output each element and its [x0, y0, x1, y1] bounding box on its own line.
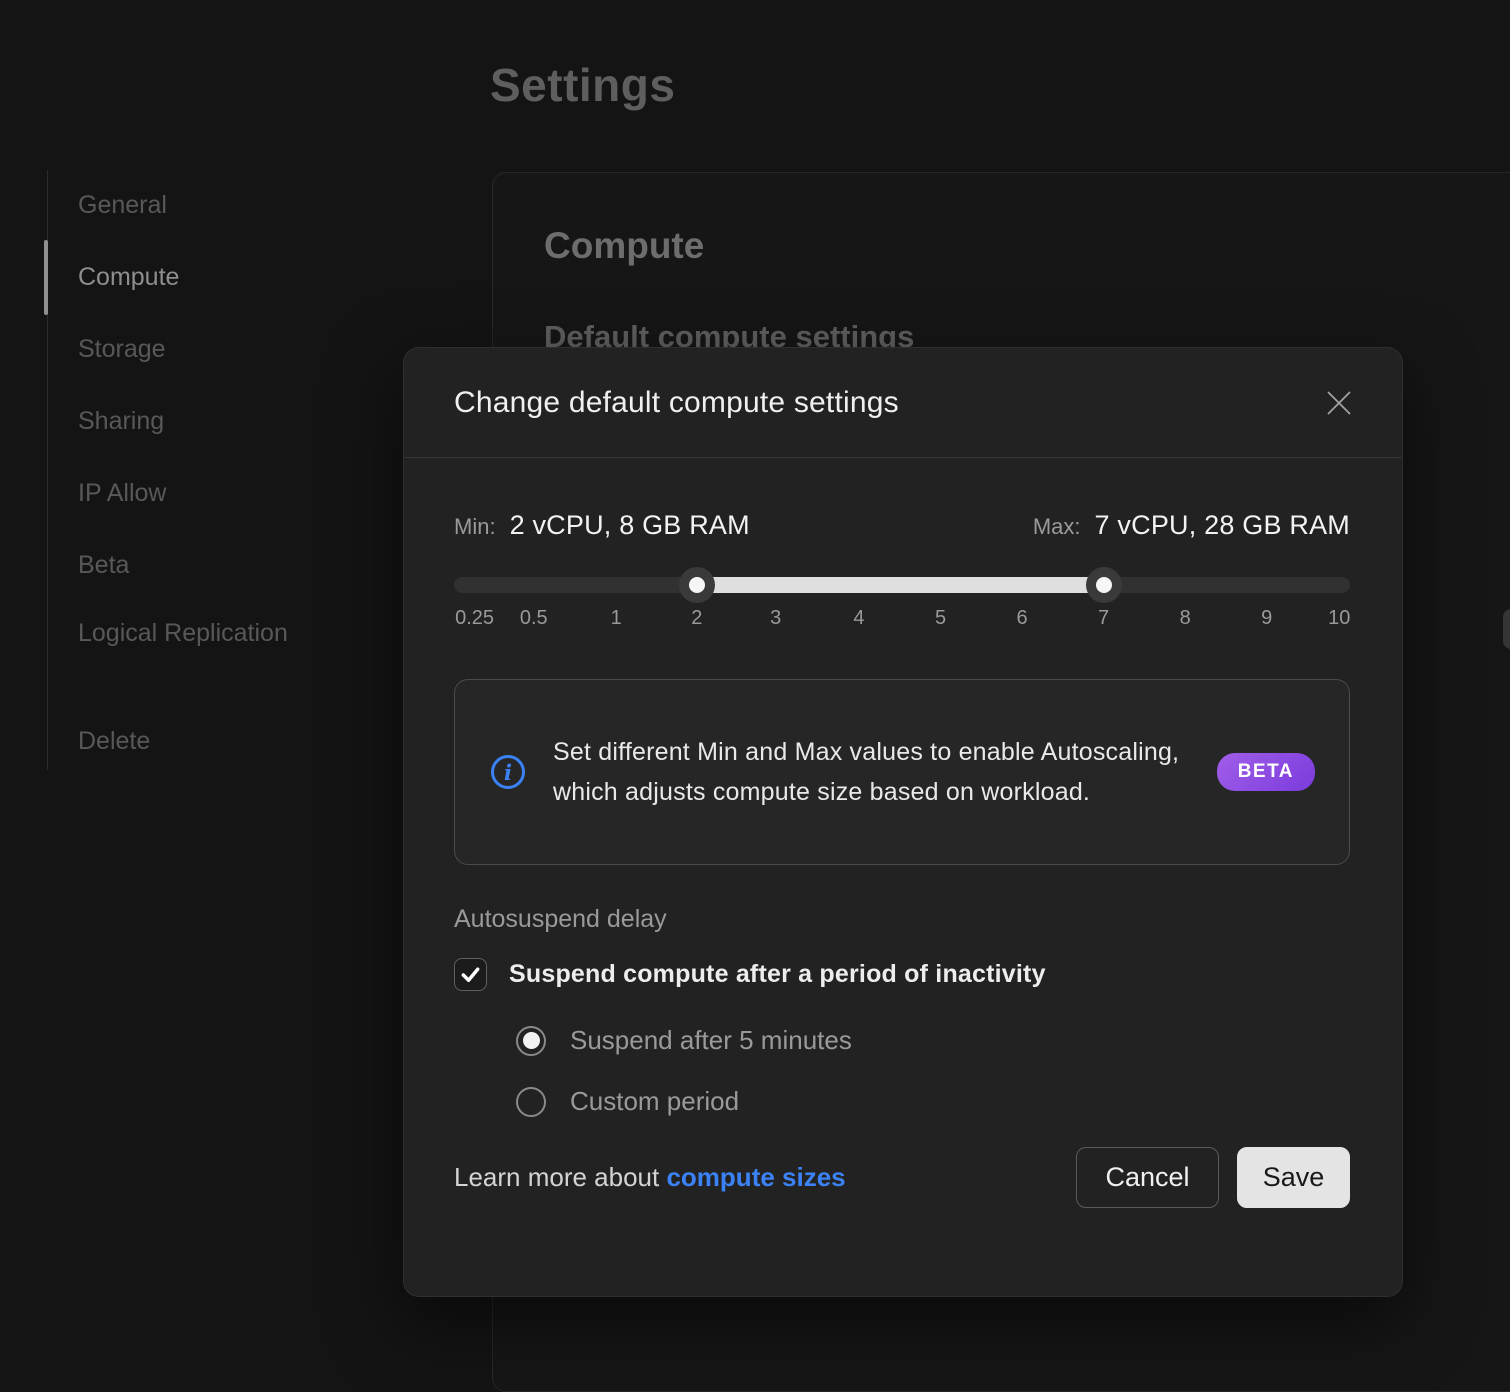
max-label: Max:	[1033, 514, 1081, 540]
slider-active-range	[697, 577, 1104, 593]
autoscaling-info-box: i Set different Min and Max values to en…	[454, 679, 1350, 865]
suspend-compute-checkbox-row[interactable]: Suspend compute after a period of inacti…	[454, 958, 1350, 991]
radio-button[interactable]	[516, 1026, 546, 1056]
radio-button[interactable]	[516, 1087, 546, 1117]
tick-label: 2	[691, 607, 702, 630]
tick-label: 5	[935, 607, 946, 630]
compute-card-heading: Compute	[544, 225, 704, 267]
footer-buttons: Cancel Save	[1076, 1147, 1350, 1208]
close-icon[interactable]	[1322, 386, 1356, 420]
tick-label: 9	[1261, 607, 1272, 630]
tick-label: 6	[1017, 607, 1028, 630]
sidebar-item-sharing[interactable]: Sharing	[78, 401, 318, 441]
sidebar-item-logical-replication[interactable]: Logical Replication	[78, 613, 298, 653]
radio-label: Suspend after 5 minutes	[570, 1025, 852, 1056]
checkmark-icon	[459, 963, 482, 986]
slider-handle-max[interactable]	[1086, 567, 1122, 603]
max-compute-group: Max: 7 vCPU, 28 GB RAM	[1033, 510, 1350, 541]
tick-label: 10	[1328, 607, 1350, 630]
sidebar-item-beta[interactable]: Beta	[78, 545, 318, 585]
sidebar-item-general[interactable]: General	[78, 185, 318, 225]
autosuspend-delay-label: Autosuspend delay	[454, 905, 1350, 934]
compute-range-slider[interactable]	[454, 577, 1350, 593]
learn-more-text: Learn more about compute sizes	[454, 1162, 846, 1193]
autosuspend-radio-group: Suspend after 5 minutes Custom period	[516, 1025, 1350, 1117]
dialog-header: Change default compute settings	[404, 348, 1402, 458]
minmax-row: Min: 2 vCPU, 8 GB RAM Max: 7 vCPU, 28 GB…	[454, 510, 1350, 541]
min-compute-group: Min: 2 vCPU, 8 GB RAM	[454, 510, 750, 541]
beta-badge: BETA	[1217, 753, 1315, 791]
sidebar-item-ip-allow[interactable]: IP Allow	[78, 473, 318, 513]
tick-label: 4	[853, 607, 864, 630]
slider-tick-labels: 0.25 0.5 1 2 3 4 5 6 7 8 9 10	[454, 607, 1350, 633]
learn-more-prefix: Learn more about	[454, 1162, 666, 1192]
min-value: 2 vCPU, 8 GB RAM	[510, 510, 750, 541]
max-value: 7 vCPU, 28 GB RAM	[1095, 510, 1350, 541]
page-title: Settings	[490, 58, 675, 112]
background-partial-button	[1503, 609, 1510, 649]
suspend-compute-checkbox-label: Suspend compute after a period of inacti…	[509, 960, 1046, 989]
info-icon: i	[491, 755, 525, 789]
tick-label: 0.25	[455, 607, 494, 630]
suspend-after-5-minutes-option[interactable]: Suspend after 5 minutes	[516, 1025, 1350, 1056]
custom-period-option[interactable]: Custom period	[516, 1086, 1350, 1117]
cancel-button[interactable]: Cancel	[1076, 1147, 1219, 1208]
change-compute-settings-dialog: Change default compute settings Min: 2 v…	[403, 347, 1403, 1297]
sidebar-active-indicator	[44, 240, 48, 315]
tick-label: 0.5	[520, 607, 548, 630]
sidebar-item-compute[interactable]: Compute	[78, 257, 318, 297]
compute-sizes-link[interactable]: compute sizes	[666, 1162, 845, 1192]
dialog-footer: Learn more about compute sizes Cancel Sa…	[404, 1147, 1402, 1208]
tick-label: 1	[611, 607, 622, 630]
tick-label: 3	[770, 607, 781, 630]
min-label: Min:	[454, 514, 496, 540]
save-button[interactable]: Save	[1237, 1147, 1350, 1208]
dialog-title: Change default compute settings	[454, 386, 899, 420]
autoscaling-info-text: Set different Min and Max values to enab…	[553, 732, 1189, 812]
sidebar-item-delete[interactable]: Delete	[78, 721, 318, 761]
radio-label: Custom period	[570, 1086, 739, 1117]
tick-label: 7	[1098, 607, 1109, 630]
slider-handle-min[interactable]	[679, 567, 715, 603]
sidebar-item-storage[interactable]: Storage	[78, 329, 318, 369]
suspend-compute-checkbox[interactable]	[454, 958, 487, 991]
tick-label: 8	[1180, 607, 1191, 630]
